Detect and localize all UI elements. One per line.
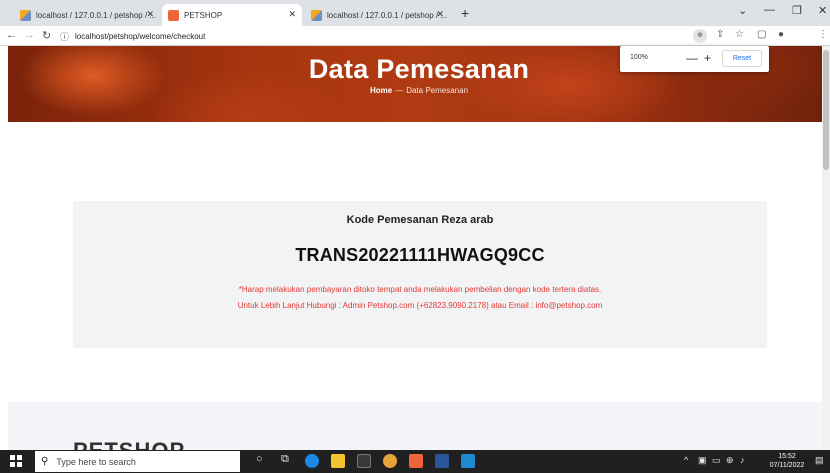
close-icon[interactable]: ✕ [146,9,154,20]
edge-icon[interactable] [305,454,319,468]
zoom-out-button[interactable]: — [686,51,698,65]
cortana-icon[interactable]: ○ [256,453,263,465]
contact-note: Untuk Lebih Lanjut Hubungi : Admin Petsh… [237,301,603,310]
url-field[interactable]: ⓘ localhost/petshop/welcome/checkout [60,28,700,44]
zoom-level: 100% [630,54,648,61]
menu-kebab-icon[interactable]: ⋮ [818,29,828,40]
clock-date: 07/11/2022 [769,462,805,469]
order-code: TRANS20221111HWAGQ9CC [295,245,545,265]
order-code-label: Kode Pemesanan Reza arab [346,214,494,226]
footer: PETSHOP [8,402,830,450]
page-scrollbar[interactable] [822,46,830,450]
breadcrumb-separator: — [395,86,404,95]
windows-taskbar: ⚲ Type here to search ○ ⧉ ^ ▣ ▭ ⊕ ♪ 15:5… [0,450,830,473]
tray-app-icon[interactable]: ▣ [698,455,707,466]
scrollbar-thumb[interactable] [823,50,829,170]
close-icon[interactable]: ✕ [288,9,296,20]
task-view-icon[interactable]: ⧉ [281,453,289,466]
tray-chevron-up-icon[interactable]: ^ [684,455,688,465]
extensions-icon[interactable]: ▢ [757,29,766,40]
taskbar-clock[interactable]: 15:52 07/11/2022 [767,452,807,470]
windows-start-icon[interactable] [10,455,22,467]
order-code-card: Kode Pemesanan Reza arab TRANS20221111HW… [73,201,767,348]
minimize-button[interactable]: — [764,4,775,16]
back-button[interactable]: ← [6,29,17,41]
zoom-popup: 100% — + Reset [620,46,769,72]
payment-note: *Harap melakukan pembayaran ditoko tempa… [238,285,602,294]
forward-button[interactable]: → [24,29,35,41]
tab-phpmyadmin-1[interactable]: localhost / 127.0.0.1 / petshop / ... ✕ [14,4,160,26]
tab-petshop[interactable]: PETSHOP ✕ [162,4,302,26]
search-placeholder: Type here to search [56,456,136,467]
taskbar-search-input[interactable]: ⚲ Type here to search [35,451,240,472]
store-icon[interactable] [357,454,371,468]
breadcrumb: Home — Data Pemesanan [8,86,830,95]
volume-icon[interactable]: ♪ [740,455,745,465]
zoom-reset-button[interactable]: Reset [722,50,762,67]
footer-brand: PETSHOP [73,438,185,450]
bookmark-star-icon[interactable]: ☆ [735,29,744,40]
notifications-icon[interactable]: ▤ [815,455,824,466]
url-text: localhost/petshop/welcome/checkout [75,31,206,41]
network-icon[interactable]: ⊕ [726,455,734,466]
reload-button[interactable]: ↻ [42,29,51,42]
zoom-icon[interactable]: ⊕ [693,29,707,43]
browser-tab-bar: localhost / 127.0.0.1 / petshop / ... ✕ … [0,0,830,26]
profile-icon[interactable]: ● [778,29,784,40]
petshop-taskbar-icon[interactable] [409,454,423,468]
close-icon[interactable]: ✕ [436,9,444,20]
info-icon[interactable]: ⓘ [60,30,69,43]
breadcrumb-home-link[interactable]: Home [370,86,392,95]
search-icon: ⚲ [41,456,49,467]
window-close-button[interactable]: ✕ [818,4,827,17]
tab-title: PETSHOP [184,10,223,20]
zoom-in-button[interactable]: + [704,51,711,65]
restore-button[interactable]: ❐ [792,4,802,17]
word-icon[interactable] [435,454,449,468]
battery-icon[interactable]: ▭ [712,455,721,466]
phpmyadmin-icon [20,9,31,21]
tab-title: localhost / 127.0.0.1 / petshop / ... [327,10,448,20]
address-bar: ← → ↻ ⓘ localhost/petshop/welcome/checko… [0,26,830,46]
clock-time: 15:52 [778,453,796,460]
chevron-down-icon[interactable]: ⌄ [738,4,747,17]
tab-phpmyadmin-2[interactable]: localhost / 127.0.0.1 / petshop / ... ✕ [305,4,450,26]
new-tab-button[interactable]: + [461,5,469,21]
file-explorer-icon[interactable] [331,454,345,468]
breadcrumb-current: Data Pemesanan [406,86,469,95]
chrome-icon[interactable] [383,454,397,468]
tab-title: localhost / 127.0.0.1 / petshop / ... [36,10,157,20]
petshop-icon [168,9,179,21]
vscode-icon[interactable] [461,454,475,468]
share-icon[interactable]: ⇪ [716,29,724,40]
phpmyadmin-icon [311,9,322,21]
